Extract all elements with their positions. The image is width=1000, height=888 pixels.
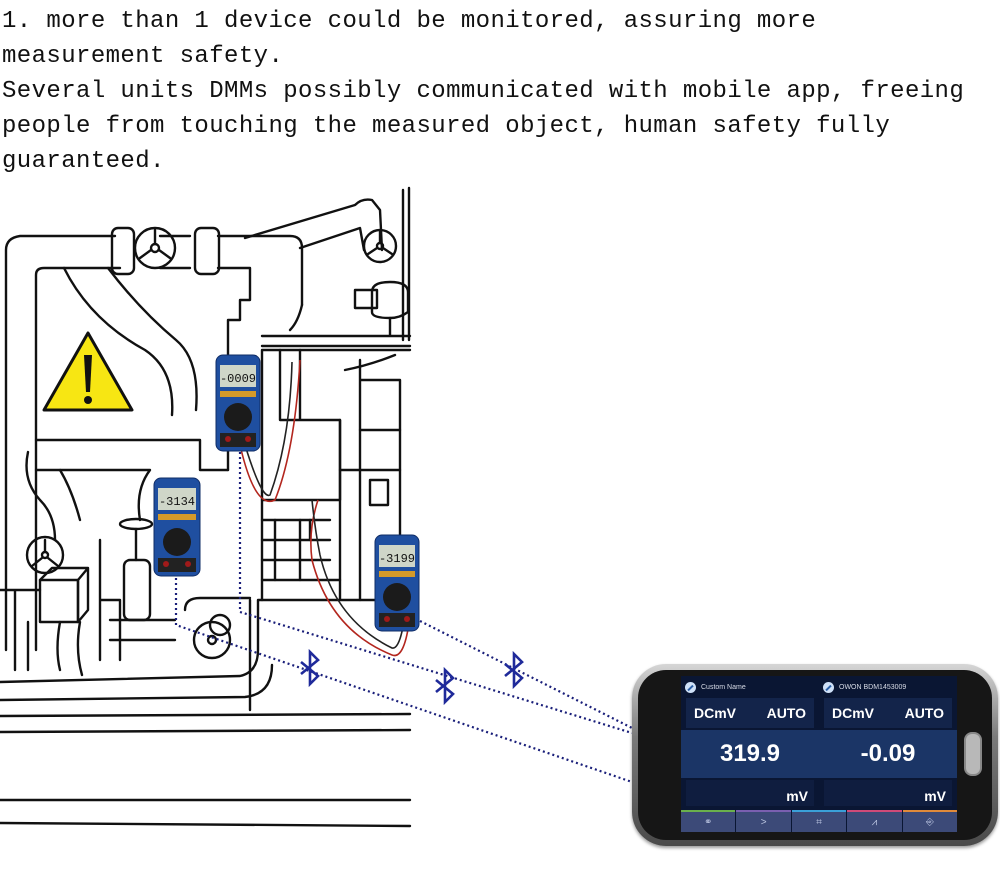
caption-line: guaranteed.	[2, 148, 165, 175]
measurement-mode: DCmV	[832, 705, 875, 721]
caption-line: measurement safety.	[2, 43, 284, 70]
next-button[interactable]: >	[736, 810, 791, 832]
multimeter-2: -3134	[153, 477, 201, 577]
reading-value: 319.9	[681, 730, 819, 778]
phone-home-button[interactable]	[964, 732, 982, 776]
link-button[interactable]: ⚭	[681, 810, 736, 832]
reading-unit: mV	[686, 780, 814, 806]
chart-button[interactable]: ⩘	[847, 810, 902, 832]
app-toolbar: ⚭ > ⌗ ⩘ ⎆	[681, 810, 958, 832]
multimeter-3-display: -3199	[379, 552, 415, 566]
caption-line: people from touching the measured object…	[2, 113, 891, 140]
link-icon: ⚭	[704, 816, 713, 828]
bluetooth-icon	[435, 666, 455, 706]
exit-icon: ⎆	[925, 816, 934, 828]
meter-panel-2[interactable]: OWON BDM1453009 DCmV AUTO -0.09 mV	[819, 676, 957, 808]
signal-path-3	[419, 620, 633, 729]
range-mode: AUTO	[766, 705, 806, 721]
expand-icon: ⌗	[816, 816, 822, 828]
reading-value: -0.09	[819, 730, 957, 778]
device-name: Custom Name	[701, 683, 746, 691]
mode-row: DCmV AUTO	[686, 698, 814, 728]
mode-row: DCmV AUTO	[824, 698, 952, 728]
caption-line: 1. more than 1 device could be monitored…	[2, 8, 817, 35]
reading-unit: mV	[824, 780, 952, 806]
caption-text: 1. more than 1 device could be monitored…	[2, 4, 998, 179]
caption-line: Several units DMMs possibly communicated…	[2, 78, 965, 105]
warning-triangle-icon	[42, 331, 134, 412]
multimeter-2-display: -3134	[159, 495, 195, 509]
machinery-line-art	[0, 186, 412, 828]
range-mode: AUTO	[904, 705, 944, 721]
device-link-icon	[823, 681, 834, 693]
multimeter-1-display: -0009	[220, 372, 256, 386]
device-name: OWON BDM1453009	[839, 683, 907, 691]
expand-button[interactable]: ⌗	[791, 810, 847, 832]
chart-icon: ⩘	[871, 816, 878, 828]
multimeter-1: -0009	[215, 354, 261, 452]
chevron-right-icon: >	[760, 816, 767, 828]
measurement-mode: DCmV	[694, 705, 737, 721]
exit-button[interactable]: ⎆	[902, 810, 958, 832]
multimeter-app-screen: Custom Name DCmV AUTO 319.9 mV OWON BDM1…	[681, 676, 958, 832]
multimeter-3: -3199	[374, 534, 420, 632]
meter-panel-1[interactable]: Custom Name DCmV AUTO 319.9 mV	[681, 676, 819, 808]
device-link-icon	[685, 681, 696, 693]
